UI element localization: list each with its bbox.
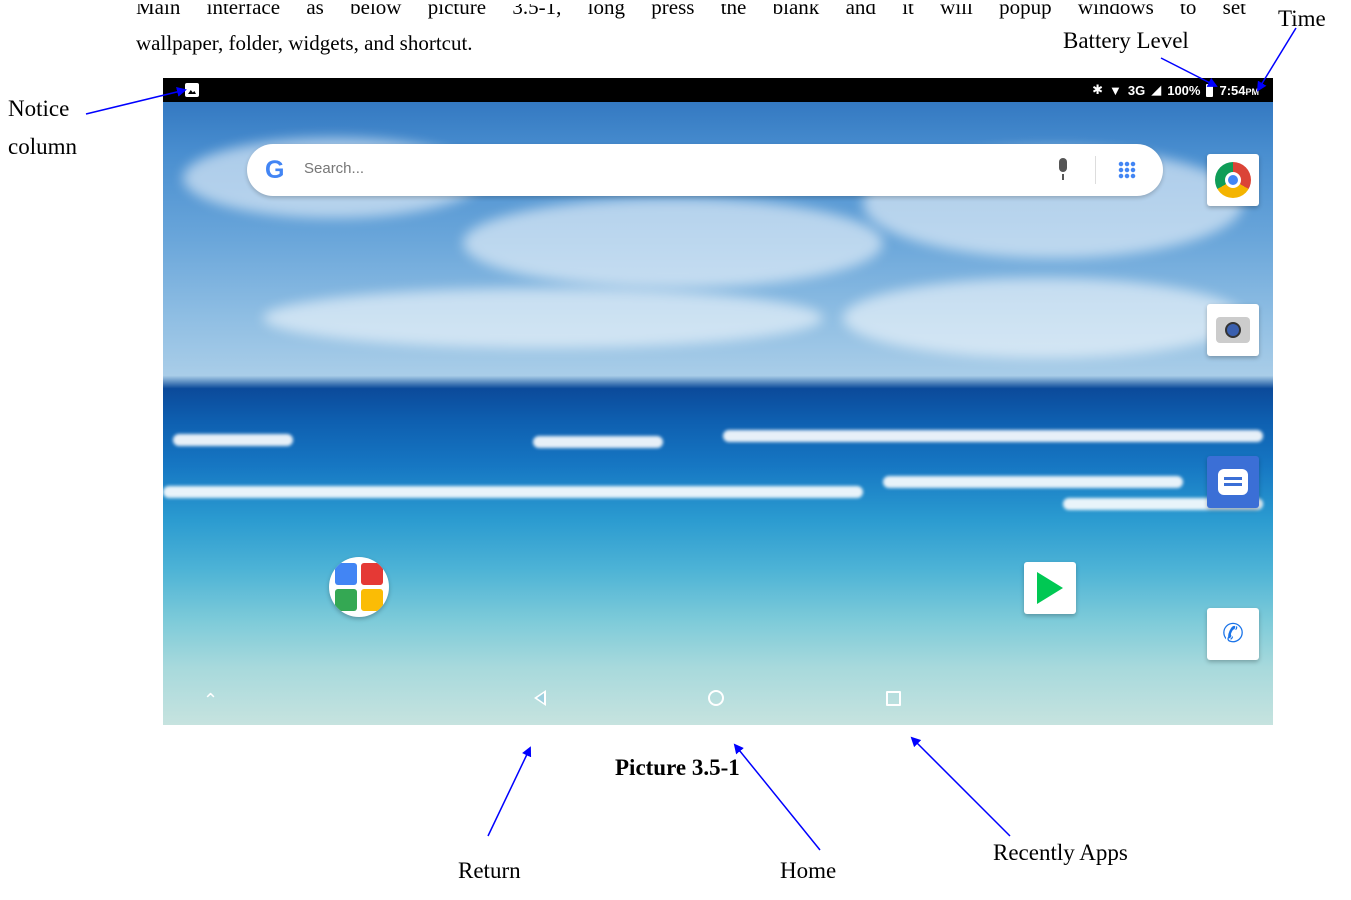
recent-arrow [910,736,1011,837]
time-arrow [1256,27,1297,92]
home-arrow [733,743,821,851]
annotation-arrows [85,27,1297,851]
notice-arrow [85,87,187,115]
return-arrow [487,746,532,837]
battery-arrow [1160,57,1218,87]
